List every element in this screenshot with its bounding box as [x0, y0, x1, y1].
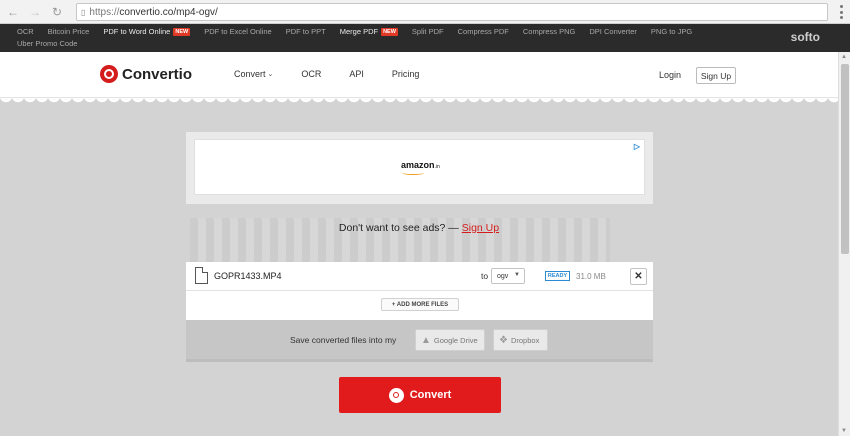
no-ads-signup-link[interactable]: Sign Up	[462, 222, 499, 234]
nav-ocr[interactable]: OCR	[301, 69, 321, 79]
softo-bar: OCR Bitcoin Price PDF to Word Online NEW PDF…	[0, 24, 850, 52]
softo-link[interactable]: PDF to Excel Online	[204, 26, 272, 38]
signup-button[interactable]: Sign Up	[696, 67, 736, 84]
softo-link-label: PDF to Word Online	[103, 27, 171, 36]
softo-link-label: PDF to PPT	[285, 27, 326, 36]
softo-link-label: Compress PDF	[457, 27, 509, 36]
back-icon[interactable]: ←	[4, 3, 22, 21]
adchoices-icon[interactable]: ▷	[634, 142, 640, 151]
softo-link[interactable]: Compress PDF	[458, 26, 509, 38]
format-select[interactable]: ogv ▼	[491, 268, 525, 284]
ad-container: ▷ amazon.in	[186, 132, 653, 204]
new-badge: NEW	[173, 28, 191, 36]
close-icon: ✕	[634, 271, 643, 282]
nav-convert[interactable]: Convert ⌄	[234, 69, 273, 79]
softo-link-label: Compress PNG	[522, 27, 576, 36]
add-more-files-button[interactable]: + ADD MORE FILES	[381, 298, 459, 311]
nav-convert-label: Convert	[234, 69, 266, 79]
logo-text: Convertio	[122, 65, 193, 83]
address-bar[interactable]: ▯ https:// convertio.co/mp4-ogv/	[76, 3, 828, 21]
main-nav: Convert ⌄ OCR API Pricing	[234, 69, 447, 79]
convert-button[interactable]: Convert	[339, 377, 501, 413]
dropbox-icon: ❖	[499, 334, 508, 346]
url-scheme: https://	[89, 6, 120, 18]
scroll-thumb[interactable]	[841, 64, 849, 254]
softo-link[interactable]: PNG to JPG	[651, 26, 692, 38]
convertio-logo[interactable]: Convertio	[100, 65, 192, 83]
file-name: GOPR1433.MP4	[214, 271, 282, 281]
file-panel: GOPR1433.MP4 to ogv ▼ READY 31.0 MB ✕ + …	[186, 262, 653, 362]
softo-link-label: OCR	[17, 27, 34, 36]
softo-link-label: Split PDF	[411, 27, 444, 36]
softo-link[interactable]: PDF to Word Online NEW	[103, 26, 191, 38]
nav-pricing[interactable]: Pricing	[392, 69, 420, 79]
remove-file-button[interactable]: ✕	[630, 268, 647, 285]
softo-link-label: Bitcoin Price	[47, 27, 90, 36]
softo-logo[interactable]: softo	[791, 30, 820, 44]
chevron-down-icon: ▼	[514, 272, 520, 278]
no-ads-text: Don't want to see ads? —	[338, 222, 462, 234]
save-to-cloud-row: Save converted files into my ▲ Google Dr…	[186, 320, 653, 359]
site-header: Convertio Convert ⌄ OCR API Pricing Logi…	[0, 52, 838, 98]
scroll-up-icon[interactable]: ▲	[841, 54, 847, 60]
chevron-down-icon: ⌄	[267, 71, 274, 78]
softo-link[interactable]: Split PDF	[412, 26, 444, 38]
amazon-smile-icon	[402, 171, 424, 175]
forward-icon[interactable]: →	[26, 3, 44, 21]
softo-link[interactable]: DPI Converter	[589, 26, 637, 38]
softo-link[interactable]: PDF to PPT	[286, 26, 326, 38]
dropbox-label: Dropbox	[510, 335, 540, 345]
softo-link-label: Merge PDF	[339, 27, 379, 36]
page-scrollbar[interactable]: ▲ ▼	[838, 52, 850, 436]
convertio-logo-icon	[100, 65, 118, 83]
amazon-logo: amazon.in	[401, 160, 440, 170]
new-badge: NEW	[381, 28, 398, 36]
softo-links: OCR Bitcoin Price PDF to Word Online NEW PDF…	[10, 26, 730, 50]
convert-label: Convert	[409, 389, 452, 401]
softo-link-label: PNG to JPG	[650, 27, 693, 36]
save-label: Save converted files into my	[290, 335, 397, 345]
wave-divider	[0, 98, 838, 112]
page-icon: ▯	[81, 7, 86, 17]
to-label: to	[481, 271, 489, 281]
softo-link-label: DPI Converter	[589, 27, 637, 36]
amazon-suffix: .in	[434, 164, 440, 170]
google-drive-label: Google Drive	[433, 335, 478, 345]
softo-link-label: PDF to Excel Online	[204, 27, 272, 36]
amazon-brand: amazon	[401, 160, 435, 170]
google-drive-button[interactable]: ▲ Google Drive	[415, 329, 485, 351]
softo-link-label: Uber Promo Code	[17, 39, 78, 48]
file-size: 31.0 MB	[576, 272, 606, 281]
nav-api[interactable]: API	[349, 69, 364, 79]
status-badge: READY	[545, 271, 570, 281]
url-path: convertio.co/mp4-ogv/	[119, 6, 218, 18]
softo-link[interactable]: Uber Promo Code	[17, 38, 77, 50]
login-link[interactable]: Login	[659, 70, 681, 80]
convert-icon	[388, 387, 404, 403]
ad-banner[interactable]: ▷ amazon.in	[194, 139, 645, 195]
reload-icon[interactable]: ↻	[48, 3, 66, 21]
softo-link[interactable]: Bitcoin Price	[48, 26, 90, 38]
google-drive-icon: ▲	[421, 334, 431, 346]
file-icon	[195, 267, 208, 284]
softo-link[interactable]: OCR	[17, 26, 34, 38]
browser-menu-icon[interactable]	[838, 5, 844, 19]
dropbox-button[interactable]: ❖ Dropbox	[493, 329, 548, 351]
softo-link[interactable]: Merge PDF NEW	[340, 26, 398, 38]
browser-toolbar: ← → ↻ ⌂ ▯ https:// convertio.co/mp4-ogv/	[0, 0, 850, 24]
softo-link[interactable]: Compress PNG	[523, 26, 576, 38]
format-value: ogv	[497, 272, 509, 280]
scroll-down-icon[interactable]: ▼	[841, 428, 847, 434]
no-ads-message: Don't want to see ads? — Sign Up	[0, 222, 838, 234]
file-row: GOPR1433.MP4 to ogv ▼ READY 31.0 MB ✕	[186, 262, 653, 291]
